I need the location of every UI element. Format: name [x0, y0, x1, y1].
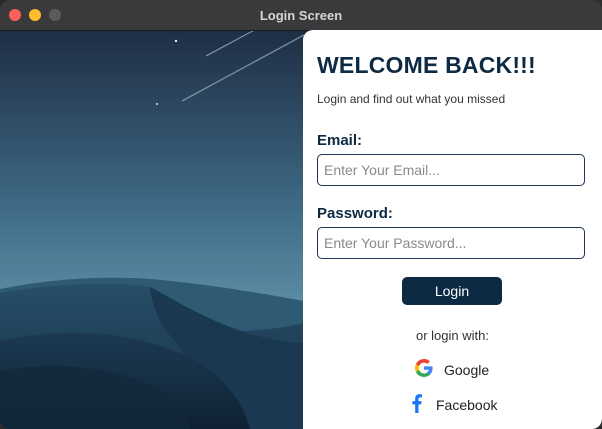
facebook-label: Facebook	[436, 396, 498, 413]
window-controls	[9, 9, 61, 21]
google-login-button[interactable]: Google	[414, 358, 489, 381]
email-field[interactable]	[317, 154, 585, 186]
google-label: Google	[444, 361, 490, 378]
welcome-subtitle: Login and find out what you missed	[317, 92, 506, 106]
facebook-login-button[interactable]: Facebook	[412, 393, 497, 416]
welcome-heading: WELCOME BACK!!!	[317, 52, 536, 78]
or-login-with-text: or login with:	[416, 328, 489, 343]
zoom-window-button[interactable]	[49, 9, 61, 21]
password-field[interactable]	[317, 227, 585, 259]
app-window: Login Screen WELCOME BACK!!! Login and f…	[0, 0, 602, 429]
window-title: Login Screen	[259, 7, 343, 23]
close-window-button[interactable]	[9, 9, 21, 21]
minimize-window-button[interactable]	[29, 9, 41, 21]
email-label: Email:	[317, 132, 363, 149]
password-label: Password:	[317, 205, 393, 222]
desert-night-image	[0, 31, 304, 429]
login-button[interactable]: Login	[402, 277, 502, 305]
desert-illustration	[0, 31, 304, 429]
title-bar: Login Screen	[0, 0, 602, 31]
google-icon	[414, 358, 434, 381]
login-panel: WELCOME BACK!!! Login and find out what …	[303, 30, 602, 429]
facebook-icon	[412, 393, 422, 416]
